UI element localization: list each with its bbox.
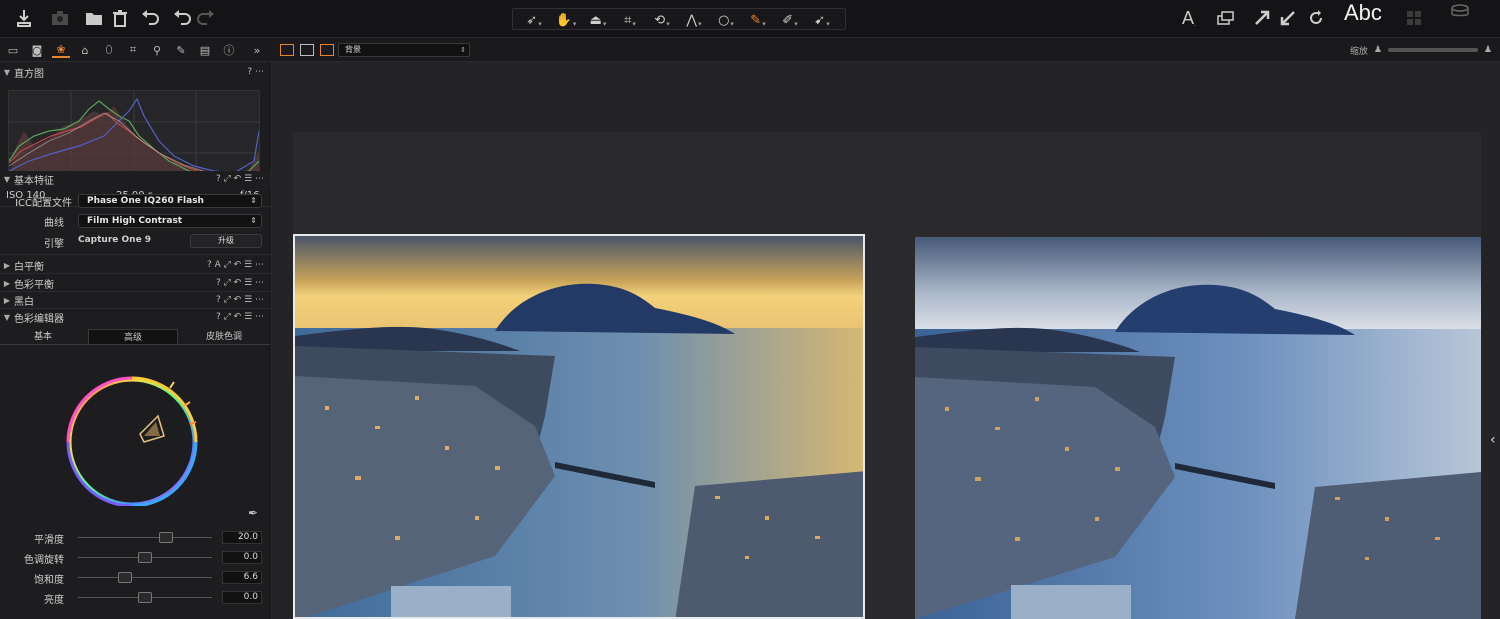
details-tab-icon[interactable]: ⚲ (148, 42, 166, 58)
aperture-value: f/16 (240, 190, 260, 201)
keystone-icon[interactable]: ⋀ ▾ (679, 10, 709, 30)
photo-variant-compare[interactable] (915, 237, 1481, 619)
dropdown-caret-icon: ▾ (826, 20, 830, 28)
pan-icon-glyph: ✋ (555, 12, 572, 28)
cursor-tools-group: ➶ ▾ ✋ ▾ ⏏ ▾ ⌗ ▾ ⟲ ▾ ⋀ ▾ ○ ▾ ✎ ▾ ✐ ▾ ➹ ▾ (512, 8, 846, 30)
dropdown-caret-icon: ▾ (632, 20, 636, 28)
adjustments-tab-icon[interactable]: ▤ (196, 42, 214, 58)
reset-icon[interactable] (1306, 6, 1326, 30)
annotation-icon[interactable]: ➹ ▾ (807, 10, 837, 30)
brush-icon[interactable]: ✎ ▾ (743, 10, 773, 30)
brush-icon-glyph: ✎ (750, 12, 762, 28)
metadata-tab-icon[interactable]: ⓘ (220, 42, 238, 58)
layer-select-value: 背景 (345, 45, 361, 54)
dropdown-caret-icon: ▾ (666, 20, 670, 28)
abc-text-label[interactable]: Abc (1344, 0, 1382, 26)
select-icon-glyph: ➶ (526, 12, 538, 28)
pan-icon[interactable]: ✋ ▾ (551, 10, 581, 30)
dropdown-caret-icon: ▾ (698, 20, 702, 28)
text-overlay-icon[interactable]: A. (1182, 6, 1196, 30)
spot-icon[interactable]: ○ ▾ (711, 10, 741, 30)
user-icon[interactable]: ♟ (1374, 45, 1382, 55)
zoom-label: 缩放 (1349, 46, 1368, 57)
mask-icon-glyph: ⏏ (589, 12, 602, 28)
zoom-controls: 缩放 ♟ ♟ (1350, 43, 1492, 57)
chevron-updown-icon: ⇕ (460, 46, 466, 54)
viewer-header: 背景 ⇕ 缩放 ♟ ♟ (270, 38, 1500, 62)
crop-icon[interactable]: ⌗ ▾ (615, 10, 645, 30)
dropdown-caret-icon: ▾ (794, 20, 798, 28)
picker-icon-glyph: ✐ (782, 12, 794, 28)
exposure-tab-icon[interactable]: ⌂ (76, 42, 94, 58)
chevron-left-icon[interactable]: ‹ (1490, 432, 1500, 472)
capture-tab-icon[interactable]: ◙ (28, 42, 46, 58)
multi-view-icon[interactable] (280, 44, 294, 56)
iso-value: ISO 140 (6, 190, 46, 201)
trash-icon[interactable] (110, 6, 130, 30)
apply-down-icon[interactable] (1278, 6, 1298, 30)
zoom-slider[interactable] (1387, 48, 1478, 52)
capture-one-window: ➶ ▾ ✋ ▾ ⏏ ▾ ⌗ ▾ ⟲ ▾ ⋀ ▾ ○ ▾ ✎ ▾ ✐ ▾ ➹ ▾ A. Abc ▭ ◙ ❀ ⌂ ⬯ (0, 0, 1500, 619)
rotate-icon[interactable]: ⟲ ▾ (647, 10, 677, 30)
camera-icon[interactable] (50, 6, 70, 30)
undo-icon[interactable] (140, 6, 160, 30)
apply-up-icon[interactable] (1252, 6, 1272, 30)
annotation-icon-glyph: ➹ (814, 12, 826, 28)
keystone-icon-glyph: ⋀ (686, 12, 698, 28)
dropdown-caret-icon: ▾ (572, 20, 577, 28)
copies-icon[interactable] (1216, 6, 1236, 30)
dropdown-caret-icon: ▾ (762, 20, 766, 28)
tool-tabs: ▭ ◙ ❀ ⌂ ⬯ ⌗ ⚲ ✎ ▤ ⓘ » (0, 38, 270, 62)
select-icon[interactable]: ➶ ▾ (519, 10, 549, 30)
local-adjust-tab-icon[interactable]: ✎ (172, 42, 190, 58)
collapse-arrow-icon[interactable]: ▼ (0, 68, 14, 77)
lens-tab-icon[interactable]: ⬯ (100, 42, 118, 58)
proof-view-icon[interactable] (320, 44, 334, 56)
color-tab-icon[interactable]: ❀ (52, 42, 70, 58)
photo-variant-selected[interactable] (293, 234, 865, 619)
spot-icon-glyph: ○ (718, 12, 730, 28)
crop-icon-glyph: ⌗ (624, 12, 632, 28)
stack-icon[interactable] (1450, 0, 1470, 24)
redo-icon[interactable] (196, 6, 216, 30)
histogram-title: 直方图 (14, 68, 44, 80)
dropdown-caret-icon: ▾ (602, 20, 607, 28)
rotate-icon-glyph: ⟲ (654, 12, 666, 28)
tools-panel: ▭ ◙ ❀ ⌂ ⬯ ⌗ ⚲ ✎ ▤ ⓘ » ▼ 直方图 ? ⋯ ISO 140 … (0, 38, 270, 619)
layer-select[interactable]: 背景 ⇕ (338, 43, 470, 57)
histogram-header[interactable]: ▼ 直方图 ? ⋯ (0, 64, 270, 80)
more-tabs-icon[interactable]: » (248, 42, 266, 58)
single-view-icon[interactable] (300, 44, 314, 56)
folder-icon[interactable] (84, 6, 104, 30)
help-icon[interactable]: ? ⋯ (247, 67, 264, 77)
mask-icon[interactable]: ⏏ ▾ (583, 10, 613, 30)
composition-tab-icon[interactable]: ⌗ (124, 42, 142, 58)
dropdown-caret-icon: ▾ (538, 20, 542, 28)
picker-icon[interactable]: ✐ ▾ (775, 10, 805, 30)
dropdown-caret-icon: ▾ (730, 20, 734, 28)
import-icon[interactable] (14, 6, 34, 30)
divider (0, 206, 270, 207)
undo-alt-icon[interactable] (172, 6, 192, 30)
user-large-icon[interactable]: ♟ (1484, 45, 1492, 55)
library-tab-icon[interactable]: ▭ (4, 42, 22, 58)
image-viewer: ‹ (270, 62, 1500, 619)
top-toolbar: ➶ ▾ ✋ ▾ ⏏ ▾ ⌗ ▾ ⟲ ▾ ⋀ ▾ ○ ▾ ✎ ▾ ✐ ▾ ➹ ▾ A. Abc (0, 0, 1500, 38)
shutter-value: 25.00 s (116, 190, 154, 201)
grid-icon[interactable] (1404, 6, 1424, 30)
